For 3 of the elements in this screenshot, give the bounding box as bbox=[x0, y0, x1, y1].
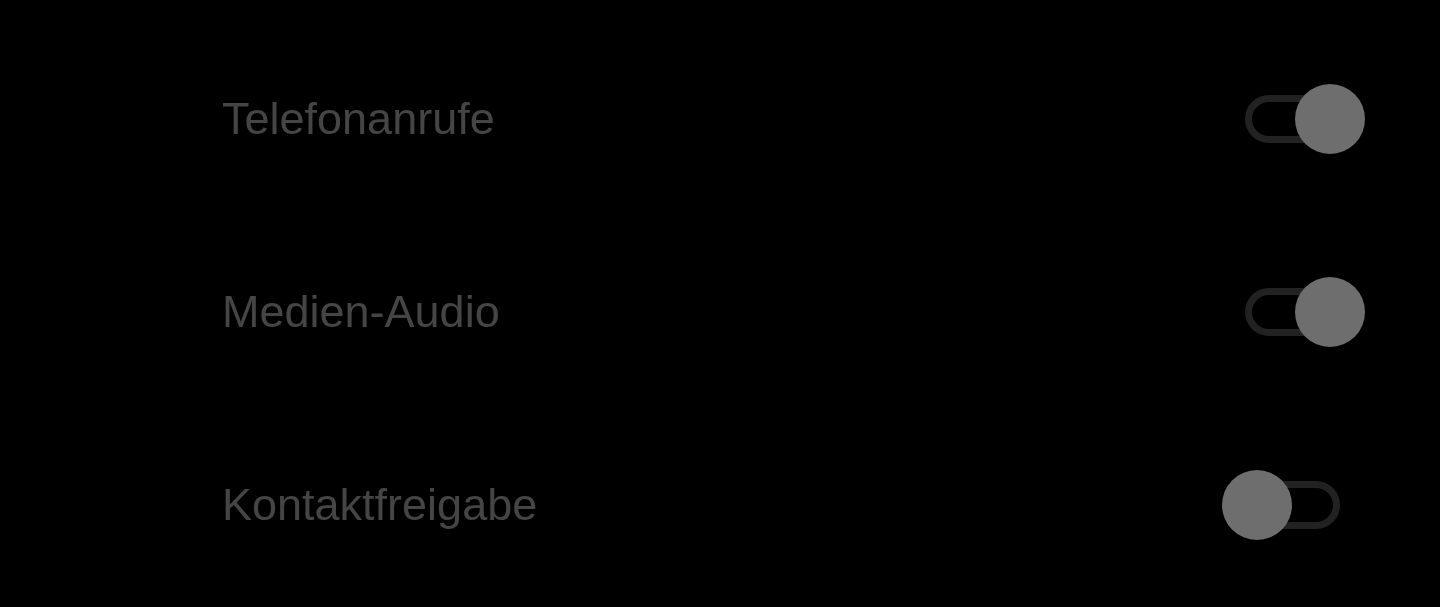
setting-label: Kontaktfreigabe bbox=[222, 478, 538, 531]
setting-label: Medien-Audio bbox=[222, 285, 500, 338]
setting-label: Telefonanrufe bbox=[222, 92, 495, 145]
